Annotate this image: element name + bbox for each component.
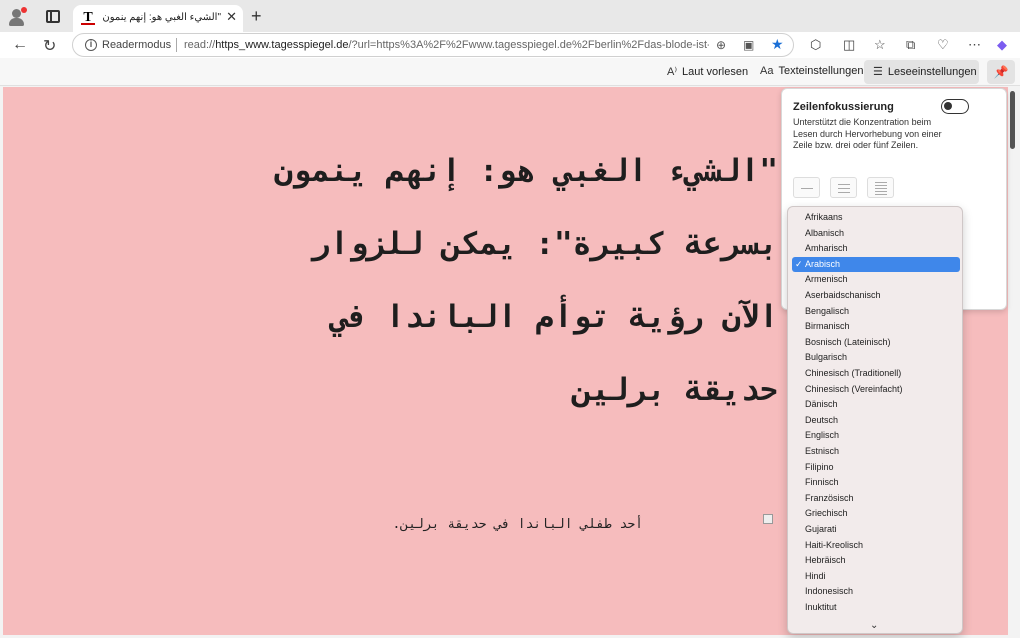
extensions-icon[interactable]: ⬡ xyxy=(810,37,821,53)
reader-mode-label: Readermodus xyxy=(102,39,172,51)
close-tab-icon[interactable]: ✕ xyxy=(226,9,237,25)
reading-settings-button[interactable]: ☰ Leseeinstellungen xyxy=(873,65,977,78)
language-option[interactable]: Albanisch xyxy=(792,226,960,241)
language-option[interactable]: Französisch xyxy=(792,491,960,506)
reader-toolbar: A⁾ Laut vorlesen Aa Texteinstellungen ☰ Les… xyxy=(0,58,1020,86)
language-option[interactable]: Hindi xyxy=(792,569,960,584)
more-menu-icon[interactable]: ⋯ xyxy=(968,37,981,53)
language-option[interactable]: Englisch xyxy=(792,428,960,443)
address-row: ← ↻ i Readermodus read://https_www.tages… xyxy=(0,32,1020,58)
language-option[interactable]: Birmanisch xyxy=(792,319,960,334)
language-option[interactable]: Haiti-Kreolisch xyxy=(792,538,960,553)
text-settings-button[interactable]: Aa Texteinstellungen xyxy=(760,65,863,77)
language-option[interactable]: Estnisch xyxy=(792,444,960,459)
tab-title: "الشيء الغبي هو: إنهم ينمون بسرعة xyxy=(101,12,221,23)
focus-one-line-button[interactable] xyxy=(793,177,820,198)
copilot-icon[interactable]: ◆ xyxy=(997,37,1007,53)
language-option[interactable]: Inuktitut xyxy=(792,600,960,615)
language-option[interactable]: Chinesisch (Vereinfacht) xyxy=(792,382,960,397)
url-text[interactable]: read://https_www.tagesspiegel.de/?url=ht… xyxy=(184,39,709,51)
tab-strip: T "الشيء الغبي هو: إنهم ينمون بسرعة ✕ + xyxy=(0,0,1020,32)
profile-icon[interactable] xyxy=(6,6,28,28)
language-option[interactable]: Bosnisch (Lateinisch) xyxy=(792,335,960,350)
split-screen-icon[interactable]: ◫ xyxy=(843,37,855,53)
language-option[interactable]: Afrikaans xyxy=(792,210,960,225)
page-scrollbar[interactable] xyxy=(1009,87,1017,635)
zoom-icon[interactable]: ⊕ xyxy=(716,38,726,52)
read-aloud-button[interactable]: A⁾ Laut vorlesen xyxy=(667,65,748,78)
tab-actions-icon[interactable] xyxy=(46,10,60,23)
language-option[interactable]: Hebräisch xyxy=(792,553,960,568)
browser-tab[interactable]: T "الشيء الغبي هو: إنهم ينمون بسرعة ✕ xyxy=(73,5,243,32)
language-option[interactable]: Chinesisch (Traditionell) xyxy=(792,366,960,381)
reading-settings-icon: ☰ xyxy=(873,66,883,78)
language-option[interactable]: Dänisch xyxy=(792,397,960,412)
address-bar[interactable]: i Readermodus read://https_www.tagesspie… xyxy=(72,33,794,57)
collections-icon[interactable]: ⧉ xyxy=(906,37,915,53)
language-dropdown-list[interactable]: Afrikaans Albanisch Amharisch ✓ Arabisch Arme… xyxy=(787,206,963,634)
reload-icon[interactable]: ↻ xyxy=(43,36,56,56)
focus-five-lines-button[interactable] xyxy=(867,177,894,198)
text-settings-icon: Aa xyxy=(760,65,774,77)
language-option[interactable]: Gujarati xyxy=(792,522,960,537)
tagesspiegel-favicon-icon: T xyxy=(81,11,95,25)
language-option[interactable]: Aserbaidschanisch xyxy=(792,288,960,303)
language-option[interactable]: Indonesisch xyxy=(792,584,960,599)
language-option[interactable]: Filipino xyxy=(792,460,960,475)
read-aloud-icon: A⁾ xyxy=(667,66,678,78)
line-focus-title: Zeilenfokussierung xyxy=(793,101,894,113)
immersive-reader-icon[interactable]: ▣ xyxy=(743,38,754,52)
line-focus-description: Unterstützt die Konzentration beim Lesen… xyxy=(793,117,942,150)
line-focus-toggle[interactable] xyxy=(941,99,969,114)
checkmark-icon: ✓ xyxy=(795,258,803,269)
new-tab-button[interactable]: + xyxy=(251,6,262,27)
language-option[interactable]: Griechisch xyxy=(792,506,960,521)
pin-icon[interactable]: 📌 xyxy=(987,60,1015,84)
focus-three-lines-button[interactable] xyxy=(830,177,857,198)
info-icon[interactable]: i xyxy=(85,39,97,51)
scroll-down-chevron-icon[interactable]: ⌄ xyxy=(870,620,878,631)
back-icon[interactable]: ← xyxy=(12,36,28,54)
broken-image-icon xyxy=(763,514,773,524)
language-option[interactable]: ✓ Arabisch xyxy=(792,256,960,272)
language-option[interactable]: Finnisch xyxy=(792,475,960,490)
language-option[interactable]: Armenisch xyxy=(792,272,960,287)
language-option[interactable]: Amharisch xyxy=(792,241,960,256)
article-headline: "الشيء الغبي هو: إنهم ينمون بسرعة كبيرة"… xyxy=(274,153,778,408)
language-option[interactable]: Bulgarisch xyxy=(792,350,960,365)
language-option[interactable]: Deutsch xyxy=(792,413,960,428)
image-caption: أحد طفلي الباندا في حديقة برلين. xyxy=(392,517,643,532)
browser-essentials-icon[interactable]: ♡ xyxy=(937,37,949,53)
favorite-star-icon[interactable]: ★ xyxy=(771,36,784,53)
language-option[interactable]: Bengalisch xyxy=(792,304,960,319)
favorites-icon[interactable]: ☆ xyxy=(874,37,886,53)
